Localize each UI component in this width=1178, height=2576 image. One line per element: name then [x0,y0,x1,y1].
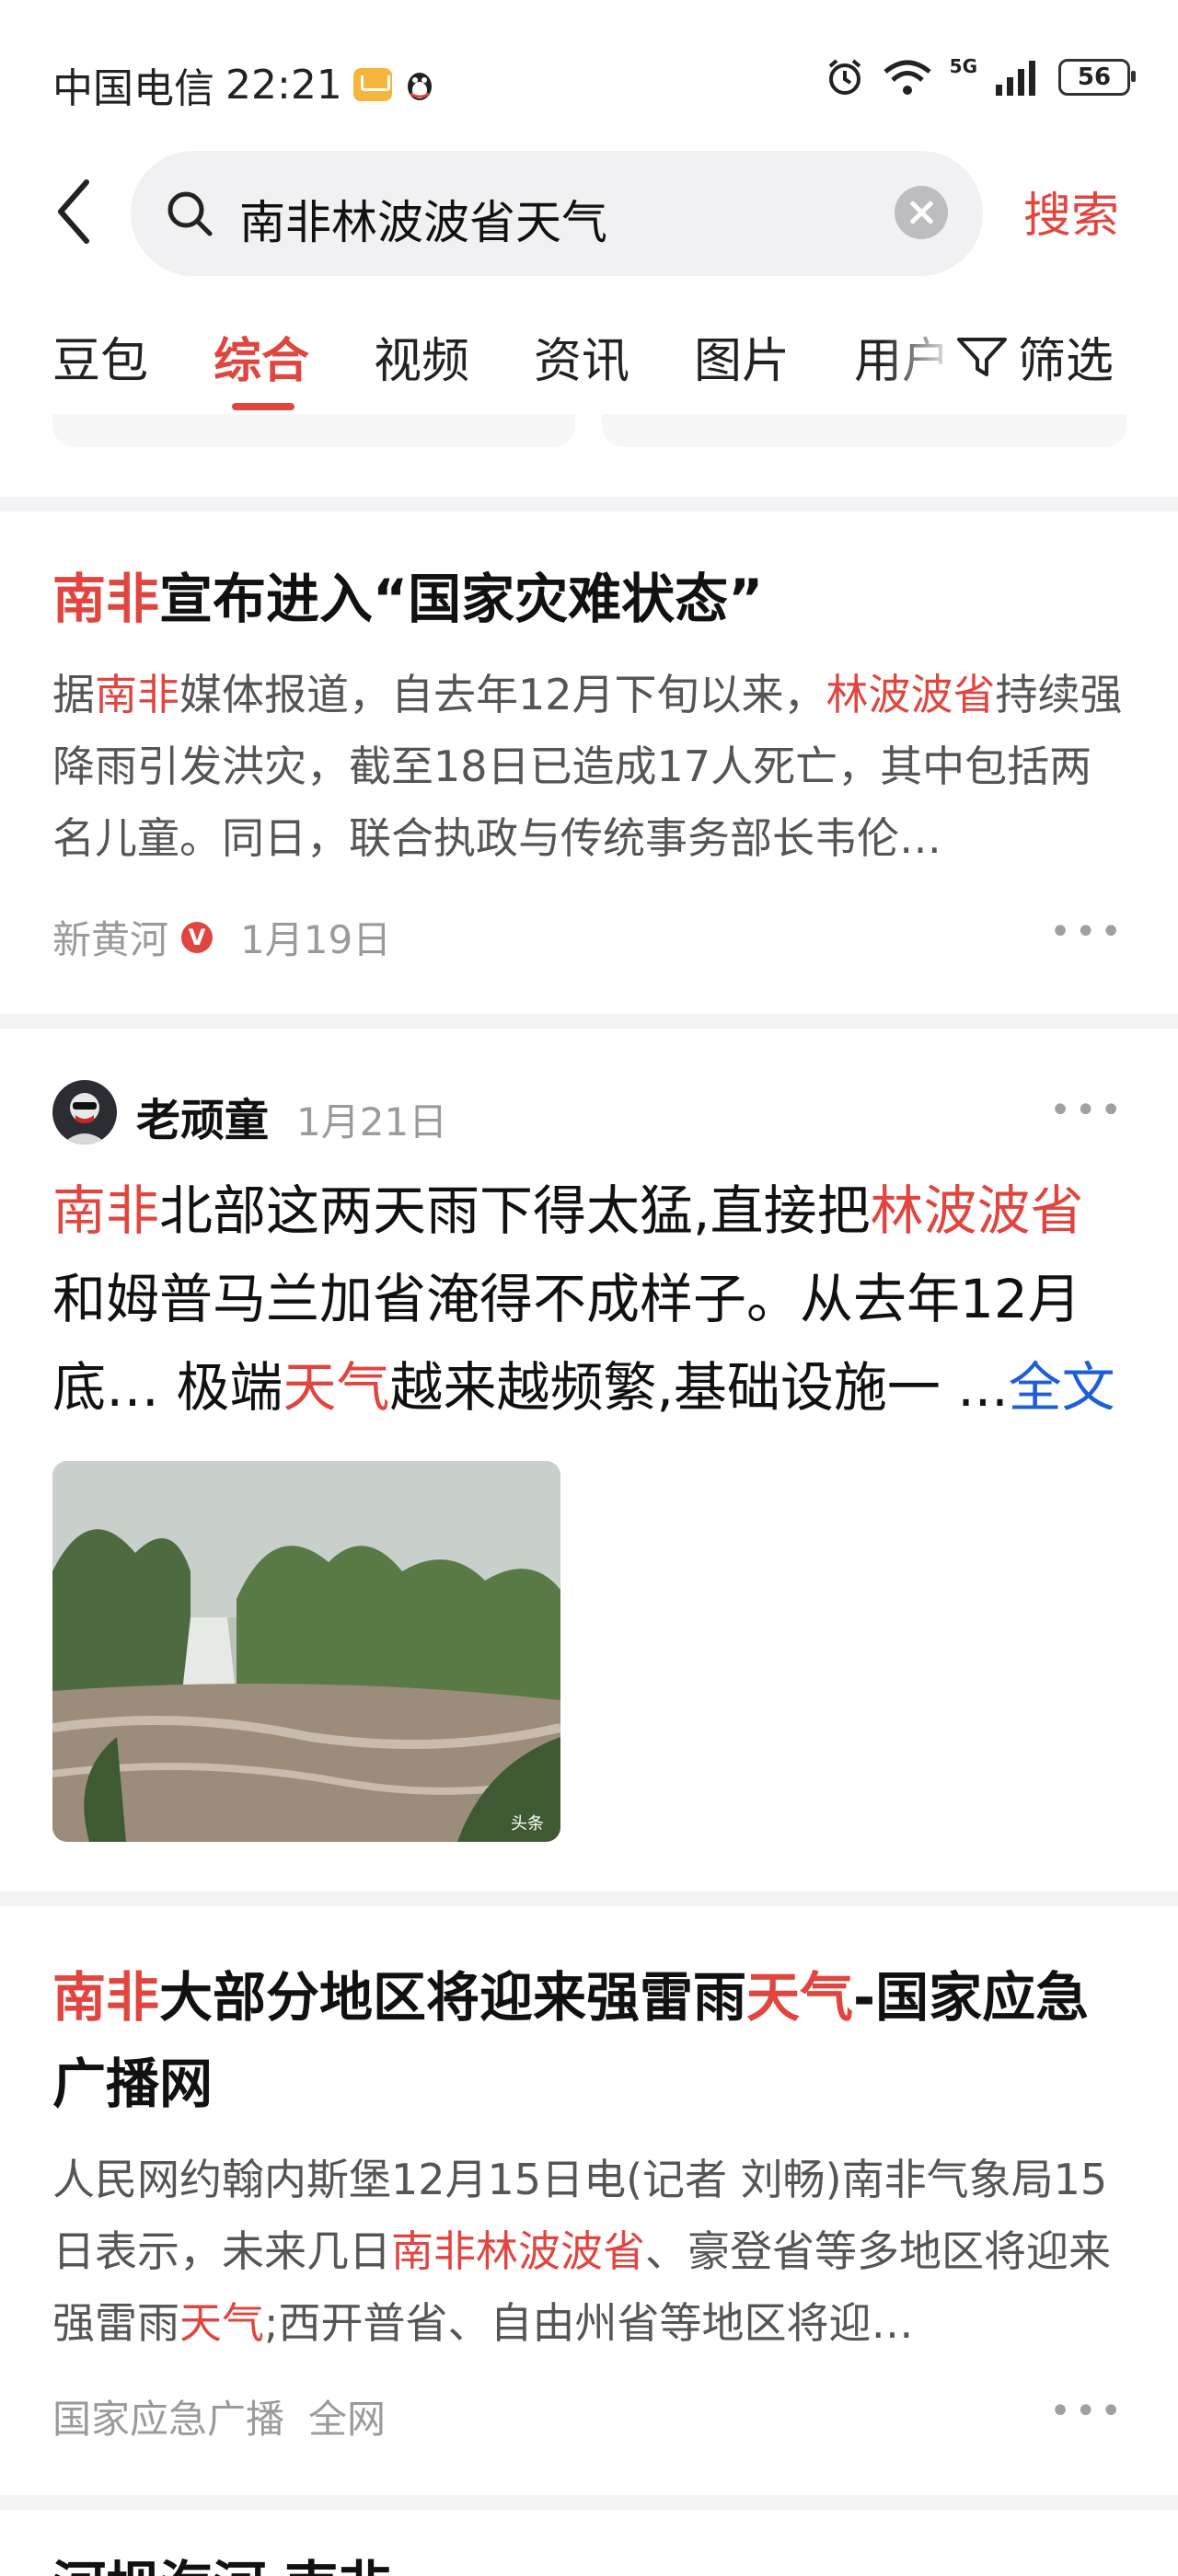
search-icon [167,191,213,236]
clear-search-icon[interactable] [895,186,948,239]
article-card[interactable]: 南非宣布进入“国家灾难状态” 据南非媒体报道，自去年12月下旬以来，林波波省持续… [52,556,1126,874]
more-options-icon[interactable]: ••• [1049,1089,1126,1132]
article-snippet: 人民网约翰内斯堡12月15日电(记者 刘畅)南非气象局15日表示，未来几日南非林… [52,2155,1111,2348]
post-date: 1月21日 [296,1099,448,1144]
tabs-fade [884,313,957,396]
article-card[interactable]: 河坝海河 南非 ... [52,2543,1126,2576]
search-query[interactable]: 南非林波波省天气 [239,186,607,252]
cellular-signal-icon [996,61,1035,96]
partial-card-right[interactable] [602,414,1126,447]
network-type: 5G [949,55,977,77]
article-card[interactable]: 南非大部分地区将迎来强雷雨天气-国家应急广播网 人民网约翰内斯堡12月15日电(… [52,1954,1126,2359]
article-title[interactable]: 南非宣布进入“国家灾难状态” [52,556,1126,642]
clock: 22:21 [225,61,342,109]
qq-penguin-icon [407,73,432,100]
article-snippet: 据南非媒体报道，自去年12月下旬以来，林波波省持续强降雨引发洪灾，截至18日已造… [52,670,1123,863]
partial-card-left[interactable] [52,414,575,447]
back-arrow-icon[interactable] [48,175,103,248]
post-author[interactable]: 老顽童 [136,1084,269,1148]
status-bar: 中国电信 22:21 5G 56 [0,0,1178,156]
more-options-icon[interactable]: ••• [1049,911,1126,953]
article-title[interactable]: 南非大部分地区将迎来强雷雨天气-国家应急广播网 [52,1954,1126,2127]
search-button[interactable]: 搜索 [1023,177,1119,246]
article-title-partial[interactable]: 河坝海河 南非 ... [52,2543,1126,2576]
category-tabs: 豆包 综合 视频 资讯 图片 用户 筛选 [0,304,1178,414]
search-input[interactable]: 南非林波波省天气 [131,151,983,276]
battery-indicator: 56 [1058,59,1136,96]
tab-video[interactable]: 视频 [374,322,469,391]
post-text[interactable]: 南非北部这两天雨下得太猛,直接把林波波省和姆普马兰加省淹得不成样子。从去年12月… [52,1167,1129,1432]
alarm-icon [828,59,860,95]
active-tab-indicator [232,403,294,410]
section-divider [0,1892,1178,1906]
avatar[interactable] [52,1080,117,1144]
mail-notification-icon [352,68,392,101]
more-options-icon[interactable]: ••• [1049,2390,1126,2432]
article-source[interactable]: 国家应急广播 [52,2388,284,2444]
read-full-link[interactable]: 全文 [1009,1356,1115,1419]
article-source[interactable]: 新黄河 [52,909,168,965]
section-divider [0,497,1178,512]
filter-label: 筛选 [1018,334,1114,389]
tab-images[interactable]: 图片 [694,322,790,391]
tab-general[interactable]: 综合 [214,322,309,391]
filter-button[interactable]: 筛选 [950,322,1114,391]
article-meta: 新黄河 V 1月19日 [52,909,391,965]
verified-badge-icon: V [181,921,214,953]
tab-news[interactable]: 资讯 [534,322,629,391]
carrier-name: 中国电信 [52,65,214,112]
section-divider [0,2495,1178,2510]
article-scope: 全网 [308,2397,387,2442]
post-image[interactable]: 头条 [52,1461,560,1842]
filter-icon [957,337,1007,376]
image-watermark: 头条 [511,1814,544,1834]
section-divider [0,1014,1178,1029]
wifi-icon [884,60,931,95]
article-meta: 国家应急广播 全网 [52,2388,386,2444]
article-date: 1月19日 [240,917,392,962]
tab-doubao[interactable]: 豆包 [52,322,148,391]
